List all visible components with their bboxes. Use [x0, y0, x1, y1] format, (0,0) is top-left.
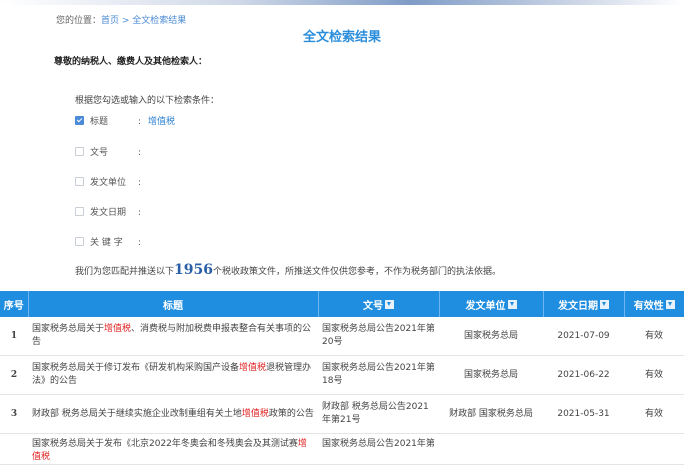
row-issuer: 国家税务总局	[439, 317, 543, 356]
breadcrumb-home-link[interactable]: 首页	[101, 16, 119, 26]
row-validity: 有效	[624, 317, 684, 356]
row-title-link[interactable]: 国家税务总局关于修订发布《研发机构采购国产设备增值税退税管理办法》的公告	[28, 355, 318, 395]
condition-keyword-checkbox[interactable]	[75, 237, 84, 246]
row-title-highlight: 增值税	[241, 408, 269, 419]
sort-icon[interactable]	[600, 300, 609, 309]
header-issuer-label: 发文单位	[465, 300, 506, 312]
row-issuer: 国家税务总局	[439, 355, 543, 395]
row-index: 3	[0, 394, 28, 434]
greeting-text: 尊敬的纳税人、缴费人及其他检索人：	[54, 57, 208, 67]
condition-title-value: 增值税	[148, 117, 176, 127]
row-title-link[interactable]: 国家税务总局关于发布《北京2022年冬奥会和冬残奥会及其测试赛增值税	[28, 433, 318, 465]
condition-colon: :	[138, 117, 142, 127]
row-date: 2021-06-22	[543, 355, 624, 395]
row-doc-no: 国家税务总局公告2021年第20号	[318, 317, 439, 356]
result-count: 1956	[174, 262, 213, 278]
condition-keyword[interactable]: 关 键 字:	[75, 236, 148, 250]
condition-issuer-checkbox[interactable]	[75, 177, 84, 186]
condition-colon: :	[138, 208, 142, 218]
row-doc-no: 财政部 税务总局公告2021年第21号	[318, 394, 439, 434]
row-title-pre: 国家税务总局关于	[32, 324, 105, 334]
row-date	[543, 433, 624, 465]
breadcrumb-current: 全文检索结果	[132, 16, 187, 26]
row-title-highlight: 增值税	[104, 324, 132, 334]
condition-date-checkbox[interactable]	[75, 207, 84, 216]
row-title-pre: 国家税务总局关于修订发布《研发机构采购国产设备	[32, 363, 240, 373]
header-date-label: 发文日期	[558, 300, 598, 312]
condition-doc-no-checkbox[interactable]	[75, 147, 84, 156]
row-date: 2021-05-31	[543, 394, 624, 434]
breadcrumb: 您的位置：首页 > 全文检索结果	[56, 13, 186, 26]
condition-keyword-label: 关 键 字	[90, 238, 123, 248]
header-validity[interactable]: 有效性	[624, 291, 684, 317]
condition-title[interactable]: 标题: 增值税	[75, 115, 175, 129]
page-title: 全文检索结果	[302, 30, 381, 45]
condition-issuer-label: 发文单位	[90, 178, 127, 188]
sort-icon[interactable]	[665, 300, 675, 309]
row-validity	[624, 433, 684, 465]
notice-after: 个税收政策文件，所推送文件仅供您参考，不作为税务部门的执法依据。	[212, 267, 501, 277]
condition-doc-no-label: 文号	[90, 148, 109, 158]
header-title: 标题	[28, 291, 319, 317]
row-doc-no: 国家税务总局公告2021年第18号	[318, 355, 439, 395]
header-index: 序号	[0, 291, 29, 317]
sort-icon[interactable]	[507, 300, 517, 309]
row-title-post: 政策的公告	[268, 408, 314, 419]
row-validity: 有效	[624, 394, 684, 434]
table-row[interactable]: 2 国家税务总局关于修订发布《研发机构采购国产设备增值税退税管理办法》的公告 国…	[0, 355, 684, 395]
row-issuer: 财政部 国家税务总局	[439, 394, 543, 434]
row-issuer	[439, 433, 543, 465]
sort-icon[interactable]	[385, 300, 394, 309]
row-title-pre: 国家税务总局关于发布《北京2022年冬奥会和冬残奥会及其测试赛	[32, 439, 298, 449]
header-date[interactable]: 发文日期	[543, 291, 625, 317]
condition-colon: :	[138, 178, 142, 188]
result-notice: 我们为您匹配并推送以下1956个税收政策文件，所推送文件仅供您参考，不作为税务部…	[75, 262, 501, 278]
notice-before: 我们为您匹配并推送以下	[75, 267, 175, 277]
row-index: 1	[0, 317, 28, 356]
table-row[interactable]: 3 财政部 税务总局关于继续实施企业改制重组有关土地增值税政策的公告 财政部 税…	[0, 394, 684, 434]
row-doc-no: 国家税务总局公告2021年第	[318, 433, 439, 465]
breadcrumb-separator: >	[119, 16, 133, 26]
row-index: 2	[0, 355, 28, 395]
condition-title-checkbox[interactable]	[75, 116, 84, 125]
header-doc-no[interactable]: 文号	[318, 291, 440, 317]
row-title-link[interactable]: 财政部 税务总局关于继续实施企业改制重组有关土地增值税政策的公告	[28, 394, 318, 434]
condition-colon: :	[138, 238, 142, 248]
results-table: 序号 标题 文号 发文单位 发文日期 有效性 1 国家税务总局关于增值税、消费税…	[0, 291, 684, 465]
breadcrumb-prefix: 您的位置：	[56, 16, 102, 26]
condition-doc-no[interactable]: 文号:	[75, 146, 148, 160]
row-title-pre: 财政部 税务总局关于继续实施企业改制重组有关土地	[32, 408, 242, 419]
header-validity-label: 有效性	[633, 300, 664, 312]
top-decorative-line	[0, 0, 684, 5]
conditions-intro: 根据您勾选或输入的以下检索条件：	[75, 96, 220, 106]
condition-date[interactable]: 发文日期:	[75, 206, 148, 220]
table-header-row: 序号 标题 文号 发文单位 发文日期 有效性	[0, 291, 684, 317]
header-issuer[interactable]: 发文单位	[439, 291, 544, 317]
header-doc-no-label: 文号	[363, 300, 383, 312]
row-title-highlight: 增值税	[239, 363, 267, 373]
row-title-link[interactable]: 国家税务总局关于增值税、消费税与附加税费申报表整合有关事项的公告	[28, 317, 318, 356]
table-row[interactable]: 国家税务总局关于发布《北京2022年冬奥会和冬残奥会及其测试赛增值税 国家税务总…	[0, 433, 684, 465]
condition-colon: :	[138, 148, 142, 158]
condition-date-label: 发文日期	[90, 208, 127, 218]
condition-issuer[interactable]: 发文单位:	[75, 176, 148, 190]
table-row[interactable]: 1 国家税务总局关于增值税、消费税与附加税费申报表整合有关事项的公告 国家税务总…	[0, 317, 684, 356]
row-validity: 有效	[624, 355, 684, 395]
row-index	[0, 433, 28, 465]
condition-title-label: 标题	[90, 117, 109, 127]
row-date: 2021-07-09	[543, 317, 624, 356]
